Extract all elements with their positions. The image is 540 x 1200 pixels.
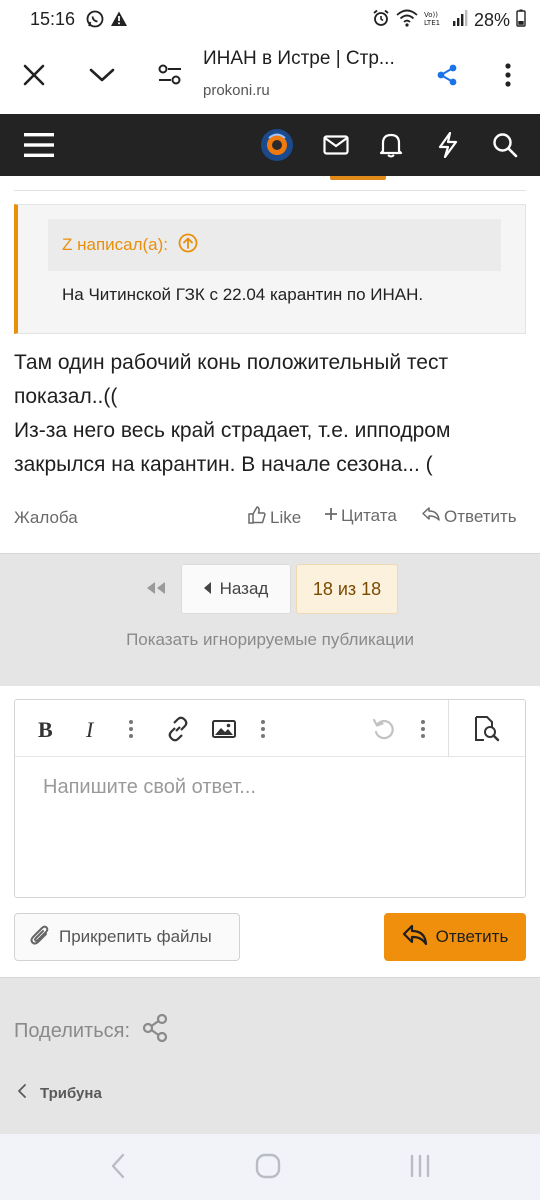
share-icon[interactable]: [432, 60, 462, 90]
preview-icon[interactable]: [448, 700, 525, 757]
first-page-icon[interactable]: [142, 576, 170, 600]
chevron-down-icon[interactable]: [87, 60, 117, 90]
alarm-icon: [372, 9, 390, 32]
post-line: Там один рабочий конь положительный тест…: [14, 351, 449, 408]
warning-icon: [110, 10, 128, 33]
prev-page-button[interactable]: Назад: [181, 564, 291, 614]
quote-text: На Читинской ГЗК с 22.04 карантин по ИНА…: [62, 285, 424, 304]
like-label: Like: [270, 507, 302, 527]
reply-input[interactable]: Напишите свой ответ...: [43, 776, 256, 799]
site-navbar: [0, 114, 540, 176]
divider: [14, 190, 526, 191]
plus-icon: [324, 506, 338, 526]
bolt-icon[interactable]: [431, 128, 465, 162]
page-settings-icon[interactable]: [155, 60, 185, 90]
undo-icon[interactable]: [371, 714, 397, 744]
report-link[interactable]: Жалоба: [14, 508, 78, 528]
avatar[interactable]: [260, 128, 294, 162]
svg-text:I: I: [85, 718, 95, 740]
reply-form: B I Напишите свой ответ... Прикрепить фа…: [0, 686, 540, 977]
page-title[interactable]: ИНАН в Истре | Стр...: [203, 48, 418, 70]
reply-editor: B I Напишите свой ответ...: [14, 699, 526, 898]
svg-text:B: B: [38, 718, 53, 740]
whatsapp-icon: [86, 10, 104, 33]
quote-author[interactable]: Z написал(а):: [62, 235, 168, 255]
back-icon[interactable]: [106, 1152, 130, 1180]
signal-icon: [452, 9, 468, 32]
post-actions: Жалоба Like Цитата Ответить: [14, 506, 526, 532]
show-ignored-link[interactable]: Показать игнорируемые публикации: [0, 630, 540, 650]
svg-text:LTE1: LTE1: [424, 19, 440, 27]
browser-toolbar: ИНАН в Истре | Стр... prokoni.ru: [0, 40, 540, 114]
more-icon[interactable]: [257, 714, 269, 744]
breadcrumb-label: Трибуна: [40, 1084, 102, 1102]
status-time: 15:16: [30, 9, 76, 29]
post-body: Там один рабочий конь положительный тест…: [14, 346, 526, 482]
reply-link[interactable]: Ответить: [422, 506, 517, 527]
prev-page-label: Назад: [219, 579, 269, 598]
recents-icon[interactable]: [406, 1152, 434, 1180]
more-icon[interactable]: [417, 714, 429, 744]
close-icon[interactable]: [19, 60, 49, 90]
home-icon[interactable]: [254, 1152, 282, 1180]
menu-icon[interactable]: [22, 128, 56, 162]
bell-icon[interactable]: [374, 128, 408, 162]
like-button[interactable]: Like: [248, 506, 301, 529]
link-icon[interactable]: [165, 714, 191, 744]
reply-label: Ответить: [444, 506, 517, 526]
quote-header[interactable]: Z написал(а):: [48, 219, 501, 271]
italic-icon[interactable]: I: [81, 714, 103, 744]
paperclip-icon: [29, 923, 51, 952]
wifi-icon: [396, 9, 418, 32]
volte-icon: Vo)) LTE1: [424, 9, 446, 32]
more-icon[interactable]: [493, 60, 523, 90]
reply-button[interactable]: Ответить: [384, 913, 526, 961]
current-page[interactable]: 18 из 18: [296, 564, 398, 614]
svg-text:Vo)): Vo)): [424, 11, 438, 19]
share-icon[interactable]: [142, 1013, 168, 1048]
thumbs-up-icon: [248, 506, 266, 529]
battery-icon: [516, 9, 526, 32]
envelope-icon[interactable]: [319, 128, 353, 162]
quote-block: Z написал(а): На Читинской ГЗК с 22.04 к…: [14, 204, 526, 334]
reaction-highlight: [330, 176, 386, 180]
reply-button-label: Ответить: [435, 927, 509, 946]
arrow-up-circle-icon[interactable]: [178, 233, 198, 258]
post-line: Из-за него весь край страдает, т.е. иппо…: [14, 419, 451, 476]
attach-files-button[interactable]: Прикрепить файлы: [14, 913, 240, 961]
pagination-section: Назад 18 из 18 Показать игнорируемые пуб…: [0, 553, 540, 686]
editor-toolbar: B I: [15, 700, 525, 757]
status-bar: 15:16 Vo)) LTE1 28%: [0, 0, 540, 40]
quote-label: Цитата: [341, 506, 397, 525]
attach-files-label: Прикрепить файлы: [59, 927, 212, 946]
caret-left-icon: [203, 579, 212, 599]
chevron-left-icon: [18, 1084, 26, 1102]
page-url[interactable]: prokoni.ru: [203, 82, 270, 99]
more-icon[interactable]: [125, 714, 137, 744]
search-icon[interactable]: [488, 128, 522, 162]
share-label: Поделиться:: [14, 1019, 130, 1042]
reply-icon: [402, 924, 428, 951]
bold-icon[interactable]: B: [35, 714, 59, 744]
reply-icon: [422, 506, 440, 527]
quote-button[interactable]: Цитата: [324, 506, 397, 526]
share-section: Поделиться:: [14, 1013, 168, 1048]
image-icon[interactable]: [211, 714, 237, 744]
system-nav-bar: [0, 1134, 540, 1200]
page-footer: Поделиться: Трибуна: [0, 977, 540, 1134]
battery-percent: 28%: [473, 10, 510, 30]
breadcrumb[interactable]: Трибуна: [18, 1084, 102, 1102]
